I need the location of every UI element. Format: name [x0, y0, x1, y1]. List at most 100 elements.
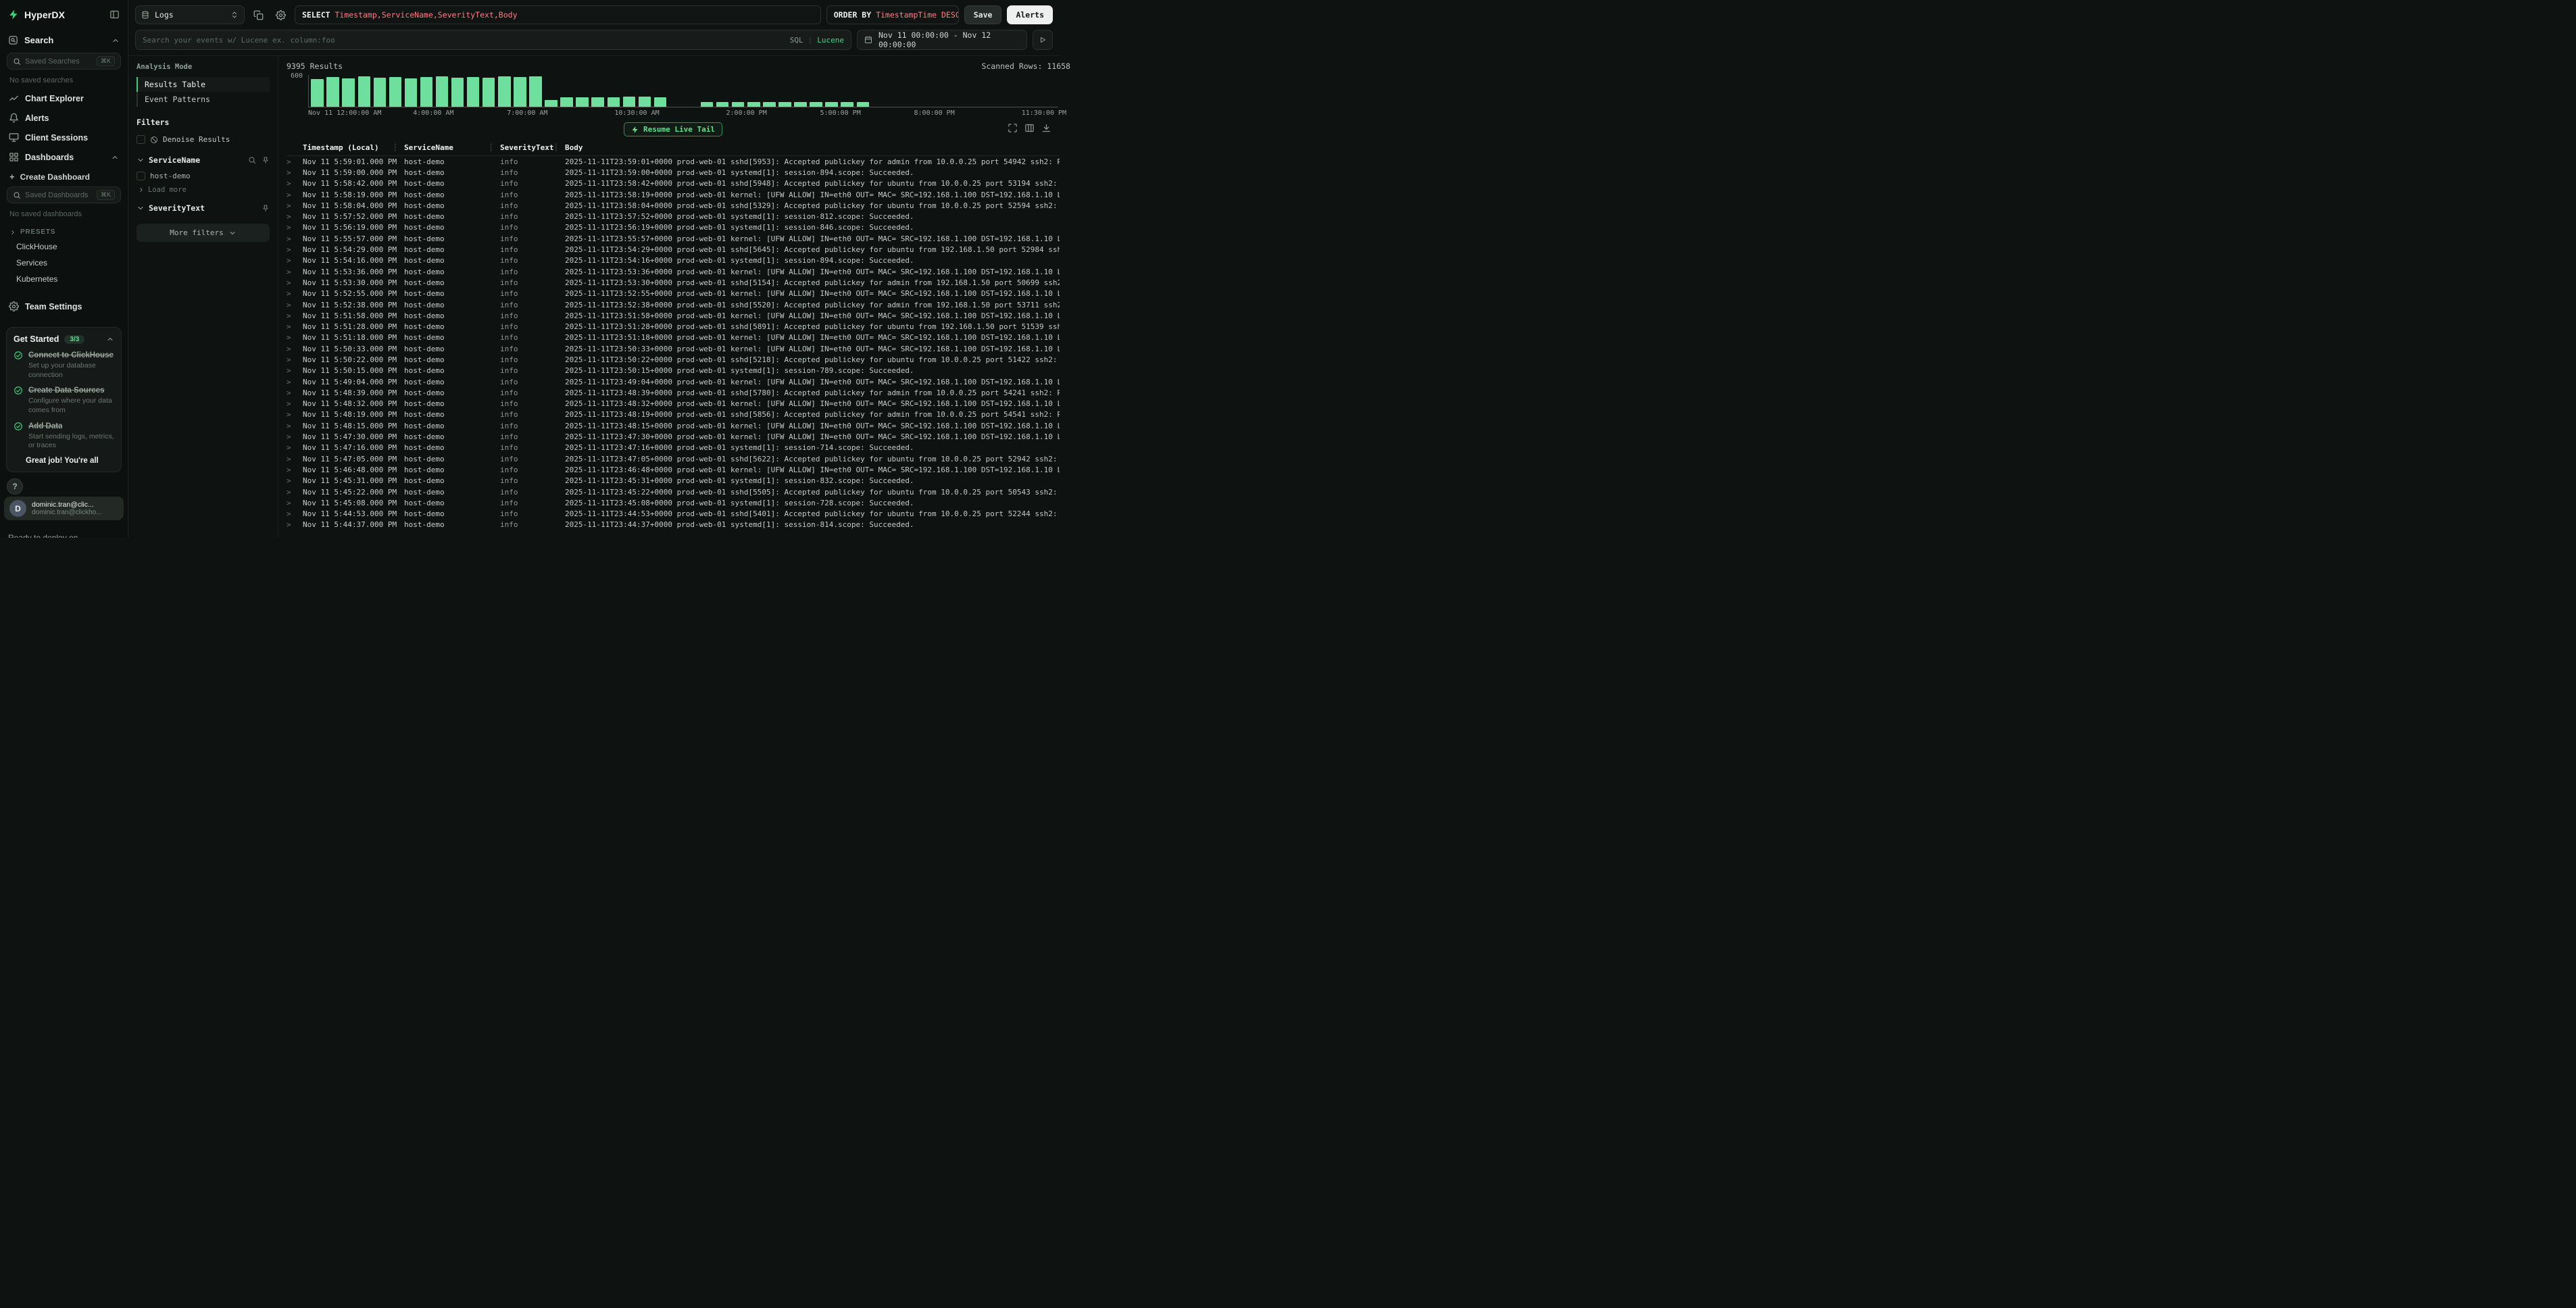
row-expand-icon[interactable]	[287, 301, 303, 309]
table-row[interactable]: Nov 11 5:44:37.000 PMhost-demoinfo2025-1…	[287, 520, 1060, 530]
table-columns-icon[interactable]	[1024, 123, 1035, 133]
histogram-bar[interactable]	[730, 75, 746, 107]
help-button[interactable]: ?	[7, 478, 23, 495]
row-expand-icon[interactable]	[287, 179, 303, 188]
row-expand-icon[interactable]	[287, 333, 303, 342]
row-expand-icon[interactable]	[287, 476, 303, 485]
row-expand-icon[interactable]	[287, 201, 303, 210]
table-row[interactable]: Nov 11 5:46:48.000 PMhost-demoinfo2025-1…	[287, 464, 1060, 475]
table-row[interactable]: Nov 11 5:47:05.000 PMhost-demoinfo2025-1…	[287, 453, 1060, 464]
presets-toggle[interactable]: PRESETS	[0, 222, 128, 238]
column-header-severitytext[interactable]: SeverityText	[500, 143, 565, 152]
row-expand-icon[interactable]	[287, 520, 303, 529]
download-icon[interactable]	[1041, 123, 1051, 133]
histogram-bar[interactable]	[574, 75, 590, 107]
table-row[interactable]: Nov 11 5:50:15.000 PMhost-demoinfo2025-1…	[287, 366, 1060, 376]
table-row[interactable]: Nov 11 5:47:30.000 PMhost-demoinfo2025-1…	[287, 431, 1060, 442]
table-row[interactable]: Nov 11 5:48:32.000 PMhost-demoinfo2025-1…	[287, 399, 1060, 409]
histogram-bar[interactable]	[901, 75, 917, 107]
table-row[interactable]: Nov 11 5:45:31.000 PMhost-demoinfo2025-1…	[287, 476, 1060, 486]
get-started-item-connect-to-clickhouse[interactable]: Connect to ClickHouseSet up your databas…	[14, 351, 114, 380]
alerts-button[interactable]: Alerts	[1007, 5, 1053, 24]
histogram-bar[interactable]	[637, 75, 652, 107]
histogram-bar[interactable]	[528, 75, 543, 107]
table-row[interactable]: Nov 11 5:52:55.000 PMhost-demoinfo2025-1…	[287, 288, 1060, 299]
row-expand-icon[interactable]	[287, 388, 303, 397]
sidebar-item-kubernetes[interactable]: Kubernetes	[0, 271, 128, 287]
source-settings-button[interactable]	[272, 7, 289, 24]
histogram-bar[interactable]	[1042, 75, 1058, 107]
table-row[interactable]: Nov 11 5:48:19.000 PMhost-demoinfo2025-1…	[287, 409, 1060, 420]
table-row[interactable]: Nov 11 5:55:57.000 PMhost-demoinfo2025-1…	[287, 233, 1060, 244]
histogram-bar[interactable]	[497, 75, 512, 107]
row-expand-icon[interactable]	[287, 212, 303, 221]
histogram-bar[interactable]	[309, 75, 325, 107]
table-row[interactable]: Nov 11 5:48:15.000 PMhost-demoinfo2025-1…	[287, 420, 1060, 431]
order-by-input[interactable]: ORDER BY TimestampTime DESC	[826, 5, 959, 24]
table-row[interactable]: Nov 11 5:45:08.000 PMhost-demoinfo2025-1…	[287, 497, 1060, 508]
histogram-bar[interactable]	[418, 75, 434, 107]
resume-live-tail-button[interactable]: Resume Live Tail	[624, 122, 722, 136]
analysis-mode-event-patterns[interactable]: Event Patterns	[137, 92, 270, 107]
filter-group-severitytext[interactable]: SeverityText	[137, 203, 270, 213]
more-filters-button[interactable]: More filters	[137, 224, 270, 242]
date-range-picker[interactable]: Nov 11 00:00:00 - Nov 12 00:00:00	[857, 30, 1027, 50]
filter-group-servicename[interactable]: ServiceName	[137, 155, 270, 165]
histogram-bar[interactable]	[1011, 75, 1026, 107]
chevron-up-icon[interactable]	[112, 36, 120, 45]
table-row[interactable]: Nov 11 5:48:39.000 PMhost-demoinfo2025-1…	[287, 387, 1060, 398]
histogram-bar[interactable]	[839, 75, 855, 107]
table-row[interactable]: Nov 11 5:51:58.000 PMhost-demoinfo2025-1…	[287, 310, 1060, 321]
row-expand-icon[interactable]	[287, 268, 303, 276]
row-expand-icon[interactable]	[287, 488, 303, 497]
histogram-bar[interactable]	[605, 75, 621, 107]
sidebar-item-clickhouse[interactable]: ClickHouse	[0, 238, 128, 255]
histogram-bar[interactable]	[435, 75, 450, 107]
sidebar-item-alerts[interactable]: Alerts	[0, 108, 128, 128]
table-row[interactable]: Nov 11 5:51:18.000 PMhost-demoinfo2025-1…	[287, 332, 1060, 343]
saved-searches-input[interactable]: Saved Searches ⌘K	[7, 53, 121, 70]
search-input[interactable]: Search your events w/ Lucene ex. column:…	[135, 30, 851, 50]
row-expand-icon[interactable]	[287, 378, 303, 386]
table-row[interactable]: Nov 11 5:56:19.000 PMhost-demoinfo2025-1…	[287, 222, 1060, 233]
get-started-item-add-data[interactable]: Add DataStart sending logs, metrics, or …	[14, 422, 114, 451]
histogram-bar[interactable]	[341, 75, 356, 107]
table-row[interactable]: Nov 11 5:54:16.000 PMhost-demoinfo2025-1…	[287, 255, 1060, 266]
table-row[interactable]: Nov 11 5:59:00.000 PMhost-demoinfo2025-1…	[287, 167, 1060, 178]
saved-dashboards-input[interactable]: Saved Dashboards ⌘K	[7, 186, 121, 203]
histogram-bar[interactable]	[387, 75, 403, 107]
chevron-up-icon[interactable]	[106, 335, 114, 343]
histogram-bar[interactable]	[746, 75, 762, 107]
histogram-bar[interactable]	[699, 75, 715, 107]
column-header-servicename[interactable]: ServiceName	[404, 143, 500, 152]
row-expand-icon[interactable]	[287, 278, 303, 287]
table-row[interactable]: Nov 11 5:47:16.000 PMhost-demoinfo2025-1…	[287, 443, 1060, 453]
row-expand-icon[interactable]	[287, 223, 303, 232]
histogram-bar[interactable]	[590, 75, 605, 107]
denoise-results-checkbox[interactable]: Denoise Results	[137, 133, 270, 146]
sidebar-item-team-settings[interactable]: Team Settings	[0, 297, 128, 316]
histogram-bar[interactable]	[325, 75, 341, 107]
histogram-bar[interactable]	[762, 75, 777, 107]
histogram-bar[interactable]	[1026, 75, 1042, 107]
row-expand-icon[interactable]	[287, 345, 303, 353]
pin-icon[interactable]	[262, 204, 270, 212]
row-expand-icon[interactable]	[287, 509, 303, 518]
histogram-bar[interactable]	[886, 75, 901, 107]
histogram-bar[interactable]	[808, 75, 824, 107]
table-row[interactable]: Nov 11 5:49:04.000 PMhost-demoinfo2025-1…	[287, 376, 1060, 387]
sidebar-item-dashboards[interactable]: Dashboards	[0, 147, 128, 167]
table-row[interactable]: Nov 11 5:50:33.000 PMhost-demoinfo2025-1…	[287, 343, 1060, 354]
analysis-mode-results-table[interactable]: Results Table	[137, 77, 270, 92]
sidebar-section-search[interactable]: Search	[0, 27, 128, 51]
histogram-bar[interactable]	[512, 75, 528, 107]
sql-mode-toggle[interactable]: SQL	[790, 36, 803, 45]
row-expand-icon[interactable]	[287, 410, 303, 419]
row-expand-icon[interactable]	[287, 234, 303, 243]
load-more-button[interactable]: Load more	[137, 182, 270, 194]
histogram-bar[interactable]	[356, 75, 372, 107]
row-expand-icon[interactable]	[287, 157, 303, 166]
row-expand-icon[interactable]	[287, 289, 303, 298]
duplicate-source-button[interactable]	[250, 7, 267, 24]
row-expand-icon[interactable]	[287, 432, 303, 441]
